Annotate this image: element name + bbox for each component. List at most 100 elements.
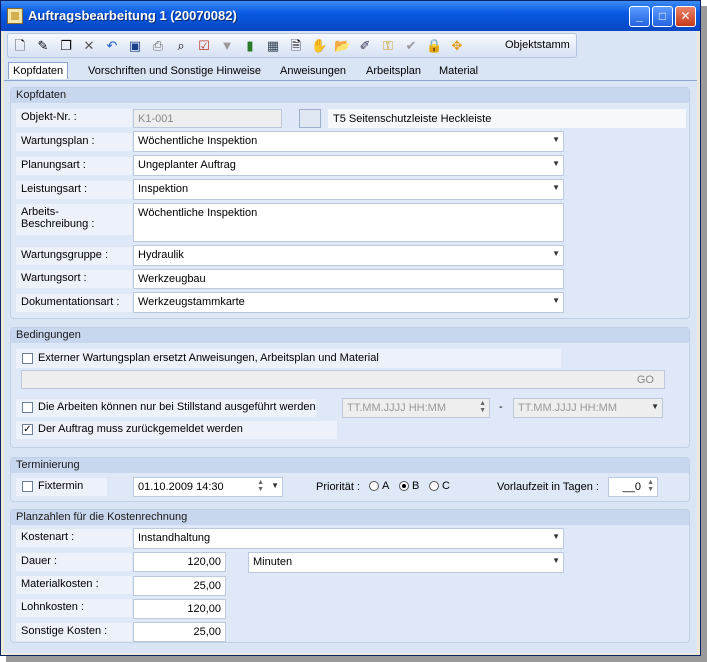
tab-strip: Kopfdaten Vorschriften und Sonstige Hinw… (4, 60, 697, 82)
lohnkosten-input[interactable]: 120,00 (133, 599, 226, 619)
wartungsgruppe-label: Wartungsgruppe : (16, 247, 132, 265)
dokumentationsart-label: Dokumentationsart : (16, 294, 132, 312)
key-icon[interactable]: ⚿ (380, 38, 396, 54)
planzahlen-heading: Planzahlen für die Kostenrechnung (11, 510, 689, 525)
spin-icon: ▲ ▼ (479, 400, 486, 414)
chevron-down-icon: ▼ (552, 183, 560, 192)
folder-open-icon[interactable]: 📂 (334, 38, 350, 54)
chevron-down-icon: ▼ (552, 249, 560, 258)
date-separator: - (499, 401, 503, 413)
copy-icon[interactable]: ❐ (58, 38, 74, 54)
book-icon[interactable]: ▮ (242, 38, 258, 54)
priority-a-label: A (382, 480, 390, 492)
new-icon[interactable]: 🗋 (12, 38, 28, 54)
close-button[interactable]: ✕ (675, 6, 696, 27)
kostenart-label: Kostenart : (16, 529, 132, 547)
print-icon[interactable]: ⎙ (150, 38, 166, 54)
stillstand-label: Die Arbeiten können nur bei Stillstand a… (16, 399, 316, 417)
rueckmeldung-checkbox[interactable]: ✓ (22, 424, 33, 435)
stillstand-checkbox[interactable] (22, 402, 33, 413)
rueckmeldung-label: Der Auftrag muss zurückgemeldet werden (16, 421, 337, 439)
priority-radio-c[interactable] (429, 481, 439, 491)
go-button[interactable]: GO (637, 374, 654, 386)
checklist-icon[interactable]: ☑ (196, 38, 212, 54)
objekt-input[interactable]: K1-001 (133, 109, 282, 128)
ok-icon[interactable]: ✔ (403, 38, 419, 54)
window-title: Auftragsbearbeitung 1 (20070082) (28, 8, 237, 23)
tab-arbeitsplan[interactable]: Arbeitsplan (366, 65, 421, 77)
chevron-down-icon: ▼ (552, 532, 560, 541)
undo-icon[interactable]: ↶ (104, 38, 120, 54)
wartungsplan-select[interactable]: Wöchentliche Inspektion ▼ (133, 131, 564, 152)
document-icon[interactable]: 🗎 (288, 38, 304, 54)
chevron-down-icon: ▼ (651, 402, 659, 411)
pin-icon[interactable]: ✐ (357, 38, 373, 54)
bedingungen-panel: Bedingungen Externer Wartungsplan ersetz… (10, 327, 690, 448)
priority-b-label: B (412, 480, 420, 492)
spin-icon: ▲ ▼ (257, 479, 264, 493)
kopfdaten-panel: Kopfdaten Objekt-Nr. : K1-001 T5 Seitens… (10, 87, 690, 319)
chevron-down-icon: ▼ (271, 481, 279, 490)
wartungsort-input[interactable]: Werkzeugbau (133, 269, 564, 289)
objekt-label: Objekt-Nr. : (16, 109, 132, 127)
dauer-input[interactable]: 120,00 (133, 552, 226, 572)
chevron-down-icon: ▼ (552, 135, 560, 144)
priority-c-label: C (442, 480, 450, 492)
sonstige-kosten-input[interactable]: 25,00 (133, 622, 226, 642)
priority-radio-a[interactable] (369, 481, 379, 491)
save-icon[interactable]: ▣ (127, 38, 143, 54)
chevron-down-icon: ▼ (552, 556, 560, 565)
extern-path-input[interactable]: GO (21, 370, 665, 389)
bedingungen-heading: Bedingungen (11, 328, 689, 343)
vorlaufzeit-label: Vorlaufzeit in Tagen : (497, 481, 599, 493)
tab-anweisungen[interactable]: Anweisungen (280, 65, 346, 77)
date-from-input[interactable]: TT.MM.JJJJ HH:MM ▲ ▼ (342, 398, 490, 418)
vorlaufzeit-input[interactable]: __0 ▲ ▼ (608, 477, 658, 497)
wartungsplan-label: Wartungsplan : (16, 133, 132, 151)
minimize-button[interactable]: _ (629, 6, 650, 27)
hand-icon[interactable]: ✋ (311, 38, 327, 54)
tab-kopfdaten[interactable]: Kopfdaten (8, 62, 69, 79)
kostenart-select[interactable]: Instandhaltung ▼ (133, 528, 564, 549)
prioritaet-label: Priorität : (316, 481, 361, 493)
leistungsart-select[interactable]: Inspektion ▼ (133, 179, 564, 200)
objektstamm-button[interactable]: Objektstamm (505, 39, 570, 51)
dokumentationsart-select[interactable]: Werkzeugstammkarte ▼ (133, 292, 564, 313)
preview-icon[interactable]: ⌕ (173, 38, 189, 54)
terminierung-panel: Terminierung Fixtermin 01.10.2009 14:30 ▲… (10, 457, 690, 502)
navigate-icon[interactable]: ✥ (449, 38, 465, 54)
priority-radio-b[interactable] (399, 481, 409, 491)
dauer-label: Dauer : (16, 553, 132, 571)
fixtermin-checkbox[interactable] (22, 481, 33, 492)
window: Auftragsbearbeitung 1 (20070082) _ □ ✕ 🗋… (0, 0, 701, 656)
edit-icon[interactable]: ✎ (35, 38, 51, 54)
date-to-input[interactable]: TT.MM.JJJJ HH:MM ▼ (513, 398, 663, 418)
toolbar: 🗋 ✎ ❐ ✕ ↶ ▣ ⎙ ⌕ ☑ ▼ ▮ ▦ 🗎 ✋ 📂 ✐ ⚿ ✔ 🔒 ✥ … (7, 33, 577, 58)
materialkosten-label: Materialkosten : (16, 576, 132, 594)
maximize-button[interactable]: □ (652, 6, 673, 27)
calendar-icon[interactable]: ▦ (265, 38, 281, 54)
sonstige-kosten-label: Sonstige Kosten : (16, 623, 132, 641)
dauer-unit-select[interactable]: Minuten ▼ (248, 552, 564, 573)
termin-date-input[interactable]: 01.10.2009 14:30 ▲ ▼ ▼ (133, 477, 283, 497)
wartungsort-label: Wartungsort : (16, 270, 132, 288)
planzahlen-panel: Planzahlen für die Kostenrechnung Kosten… (10, 509, 690, 643)
planungsart-select[interactable]: Ungeplanter Auftrag ▼ (133, 155, 564, 176)
delete-icon[interactable]: ✕ (81, 38, 97, 54)
chevron-down-icon: ▼ (552, 159, 560, 168)
leistungsart-label: Leistungsart : (16, 181, 132, 199)
tab-material[interactable]: Material (439, 65, 478, 77)
content-area: 🗋 ✎ ❐ ✕ ↶ ▣ ⎙ ⌕ ☑ ▼ ▮ ▦ 🗎 ✋ 📂 ✐ ⚿ ✔ 🔒 ✥ … (4, 31, 697, 653)
extern-checkbox[interactable] (22, 353, 33, 364)
kopfdaten-heading: Kopfdaten (11, 88, 689, 103)
objekt-lookup-button[interactable] (299, 109, 321, 128)
filter-icon[interactable]: ▼ (219, 38, 235, 54)
beschreibung-textarea[interactable]: Wöchentliche Inspektion (133, 203, 564, 242)
tab-vorschriften[interactable]: Vorschriften und Sonstige Hinweise (88, 65, 261, 77)
lock-icon[interactable]: 🔒 (426, 38, 442, 54)
terminierung-heading: Terminierung (11, 458, 689, 473)
materialkosten-input[interactable]: 25,00 (133, 576, 226, 596)
wartungsgruppe-select[interactable]: Hydraulik ▼ (133, 245, 564, 266)
planungsart-label: Planungsart : (16, 157, 132, 175)
title-bar[interactable]: Auftragsbearbeitung 1 (20070082) _ □ ✕ (1, 1, 700, 31)
